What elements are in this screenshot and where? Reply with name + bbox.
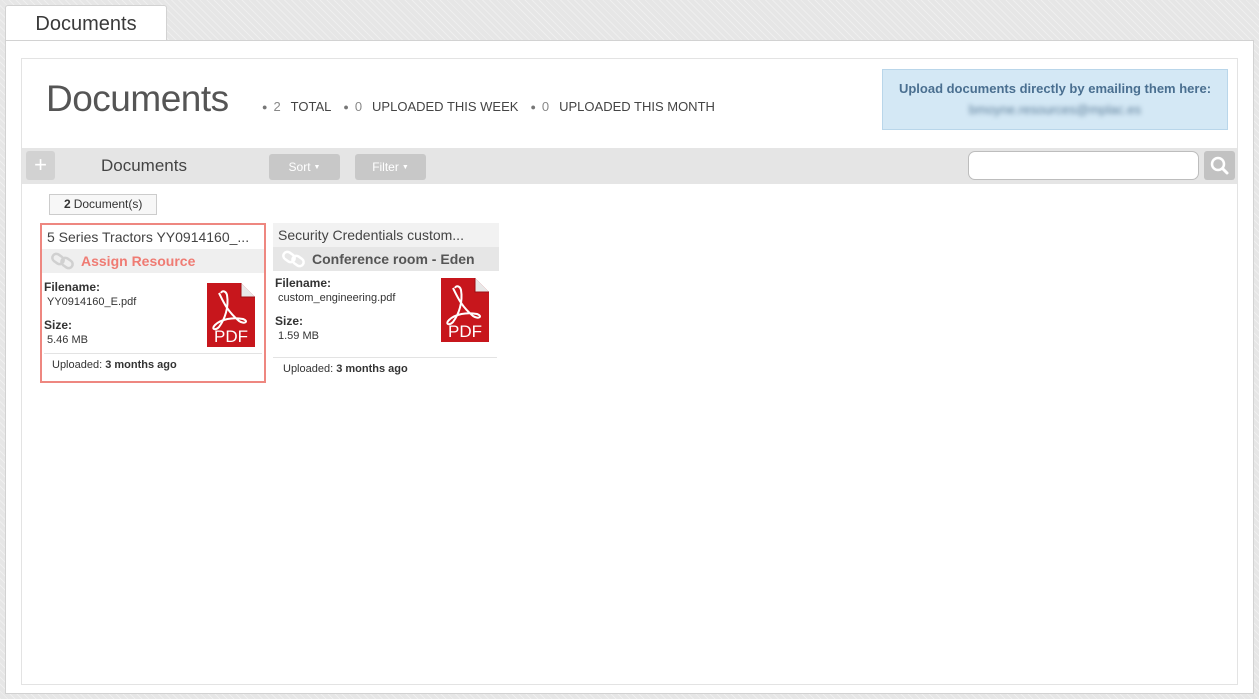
document-count-badge: 2 Document(s) [49, 194, 158, 215]
size-label: Size: [275, 314, 304, 328]
chevron-down-icon: ▼ [313, 163, 321, 171]
filename-value: custom_engineering.pdf [278, 292, 396, 304]
stat-bullet: ● [530, 101, 536, 112]
uploaded-label: Uploaded: [52, 359, 103, 371]
document-title[interactable]: Security Credentials custom... [273, 223, 499, 247]
uploaded-label: Uploaded: [283, 363, 334, 375]
filter-button[interactable]: Filter ▼ [355, 154, 426, 180]
link-icon [282, 250, 305, 268]
document-count-value: 2 [64, 197, 71, 211]
sort-button-label: Sort [288, 160, 311, 174]
stat-month-value: 0 [541, 99, 550, 114]
uploaded-info: Uploaded: 3 months ago [44, 353, 262, 371]
chevron-down-icon: ▼ [401, 163, 409, 171]
pdf-file-icon: PDF [439, 276, 491, 349]
document-card[interactable]: 5 Series Tractors YY0914160_... Assign R… [40, 223, 266, 383]
document-count-label: Document(s) [73, 197, 143, 211]
filename-label: Filename: [44, 280, 101, 294]
pdf-type-label: PDF [214, 327, 248, 346]
upload-email-address[interactable]: bmoyne.resources@mplac.es [883, 102, 1227, 117]
document-title[interactable]: 5 Series Tractors YY0914160_... [42, 225, 264, 249]
assigned-resource[interactable]: Conference room - Eden [273, 247, 499, 271]
filename-value: YY0914160_E.pdf [47, 296, 137, 308]
filter-button-label: Filter [372, 160, 399, 174]
stat-bullet: ● [343, 101, 349, 112]
search-input[interactable] [968, 151, 1199, 180]
stat-bullet: ● [262, 101, 268, 112]
document-card[interactable]: Security Credentials custom... Conferenc… [273, 223, 499, 383]
assign-resource-button[interactable]: Assign Resource [42, 249, 264, 273]
size-value: 5.46 MB [47, 334, 88, 346]
filename-label: Filename: [275, 276, 332, 290]
assigned-resource-label: Conference room - Eden [312, 251, 475, 267]
documents-panel: Documents ● 2 TOTAL ● 0 UPLOADED THIS WE… [21, 58, 1238, 685]
pdf-type-label: PDF [448, 322, 482, 341]
size-value: 1.59 MB [278, 330, 319, 342]
link-icon [51, 252, 74, 270]
sort-button[interactable]: Sort ▼ [269, 154, 340, 180]
document-stats: ● 2 TOTAL ● 0 UPLOADED THIS WEEK ● 0 UPL… [256, 99, 715, 114]
content-frame: Documents ● 2 TOTAL ● 0 UPLOADED THIS WE… [5, 40, 1254, 694]
stat-month-label: UPLOADED THIS MONTH [559, 99, 715, 114]
size-label: Size: [44, 318, 73, 332]
assign-resource-label: Assign Resource [81, 253, 196, 269]
documents-toolbar: + Documents Sort ▼ Filter ▼ [22, 148, 1237, 184]
email-upload-text: Upload documents directly by emailing th… [898, 81, 1212, 96]
document-meta: Filename: YY0914160_E.pdf Size: 5.46 MB [44, 280, 136, 346]
uploaded-info: Uploaded: 3 months ago [273, 357, 497, 375]
stat-week-label: UPLOADED THIS WEEK [372, 99, 519, 114]
search-button[interactable] [1204, 151, 1235, 180]
stat-week-value: 0 [354, 99, 363, 114]
search-icon [1210, 156, 1229, 175]
toolbar-title: Documents [101, 156, 187, 175]
stat-total-label: TOTAL [290, 99, 332, 114]
stat-total-value: 2 [273, 99, 281, 114]
document-meta: Filename: custom_engineering.pdf Size: 1… [275, 276, 395, 342]
page-title: Documents [46, 78, 229, 119]
uploaded-value: 3 months ago [336, 363, 408, 375]
tab-documents[interactable]: Documents [5, 5, 167, 41]
uploaded-value: 3 months ago [105, 359, 177, 371]
add-document-button[interactable]: + [26, 151, 55, 180]
pdf-file-icon: PDF [205, 281, 257, 354]
email-upload-box: Upload documents directly by emailing th… [882, 69, 1228, 130]
